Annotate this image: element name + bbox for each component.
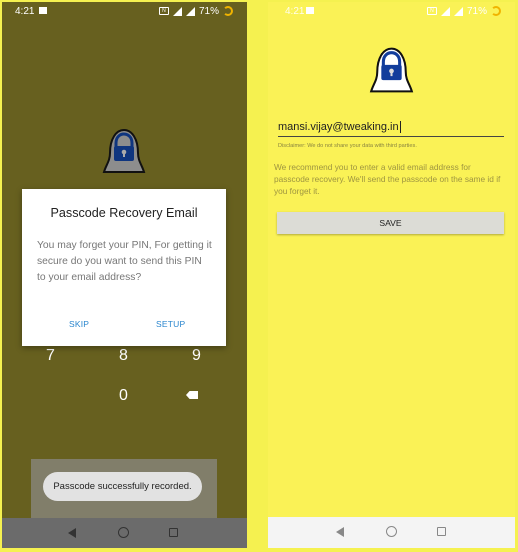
home-icon[interactable] <box>386 526 397 537</box>
status-time: 4:21 <box>15 6 35 17</box>
back-icon[interactable] <box>336 527 344 537</box>
wifi-signal-icon <box>440 6 450 16</box>
email-input[interactable]: mansi.vijay@tweaking.in <box>278 119 504 137</box>
passcode-recovery-dialog: Passcode Recovery Email You may forget y… <box>22 189 226 346</box>
left-phone-screen: 4:21 N 71% 7 8 9 0 Passcode Recovery Ema… <box>2 2 247 548</box>
home-icon[interactable] <box>118 527 129 538</box>
recommendation-text: We recommend you to enter a valid email … <box>274 162 501 196</box>
battery-percent: 71% <box>198 5 219 17</box>
lock-ghost-logo-icon <box>102 128 146 173</box>
toast-message: Passcode successfully recorded. <box>43 472 202 501</box>
lock-ghost-logo-icon <box>369 47 414 93</box>
recents-icon[interactable] <box>169 528 178 537</box>
nfc-icon: N <box>158 7 169 15</box>
text-caret <box>399 121 401 134</box>
gallery-icon <box>306 7 314 14</box>
navigation-bar <box>268 517 515 548</box>
save-button[interactable]: SAVE <box>277 212 504 234</box>
back-icon[interactable] <box>68 528 76 538</box>
battery-percent: 71% <box>466 5 487 17</box>
setup-button[interactable]: SETUP <box>156 319 185 329</box>
right-phone-screen: 4:21 N 71% mansi.vijay@tweaking.in Discl… <box>268 2 515 548</box>
cell-signal-icon <box>185 6 195 16</box>
keypad-key-8[interactable]: 8 <box>119 347 128 365</box>
status-time: 4:21 <box>285 6 305 17</box>
skip-button[interactable]: SKIP <box>69 319 89 329</box>
cell-signal-icon <box>453 6 463 16</box>
keypad-key-0[interactable]: 0 <box>119 387 128 405</box>
disclaimer-text: Disclaimer: We do not share your data wi… <box>278 143 417 149</box>
dialog-title: Passcode Recovery Email <box>50 206 198 220</box>
screenshot-root: 4:21 N 71% 7 8 9 0 Passcode Recovery Ema… <box>0 0 518 552</box>
wifi-signal-icon <box>172 6 182 16</box>
status-icons: N 71% <box>426 5 501 17</box>
dialog-message: You may forget your PIN, For getting it … <box>37 240 212 283</box>
sync-icon <box>491 6 501 16</box>
email-input-value: mansi.vijay@tweaking.in <box>278 121 399 133</box>
status-bar: 4:21 N 71% <box>268 2 515 22</box>
navigation-bar <box>2 518 247 548</box>
keypad-key-7[interactable]: 7 <box>46 347 55 365</box>
keypad-key-9[interactable]: 9 <box>192 347 201 365</box>
toast-overlay: Passcode successfully recorded. <box>31 459 217 519</box>
gallery-icon <box>39 7 47 14</box>
recents-icon[interactable] <box>437 527 446 536</box>
sync-icon <box>223 6 233 16</box>
status-icons: N 71% <box>158 5 233 17</box>
backspace-icon[interactable] <box>186 391 198 399</box>
status-bar: 4:21 N 71% <box>2 2 247 22</box>
nfc-icon: N <box>426 7 437 15</box>
